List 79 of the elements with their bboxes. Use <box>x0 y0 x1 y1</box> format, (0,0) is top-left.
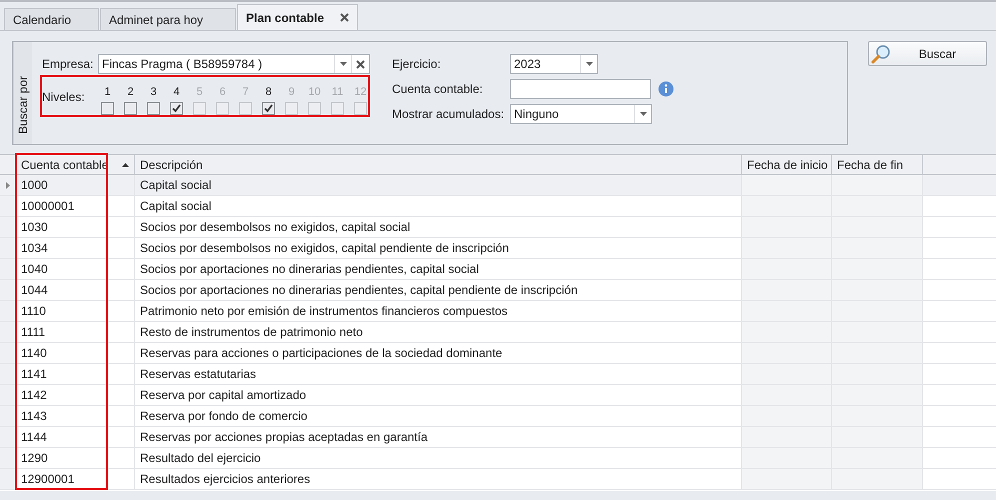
field-label: Mostrar acumulados: <box>392 107 506 121</box>
row-indicator-icon <box>6 182 10 188</box>
close-icon[interactable] <box>340 13 350 22</box>
level-number: 5 <box>196 86 203 98</box>
accumulated-dropdown[interactable]: Ninguno <box>510 104 652 124</box>
column-header[interactable]: Fecha de inicio <box>742 155 832 174</box>
caret-icon <box>586 62 592 66</box>
level-number: 8 <box>265 86 272 98</box>
account-input[interactable] <box>510 79 651 99</box>
row-header-cell[interactable] <box>0 196 16 216</box>
column-header[interactable]: Fecha de fin <box>832 155 923 174</box>
level-number: 7 <box>242 86 249 98</box>
table-cell: 12900001 <box>16 469 135 489</box>
table-cell: 1141 <box>16 364 135 384</box>
table-cell: 1140 <box>16 343 135 363</box>
level-number: 4 <box>173 86 180 98</box>
table-cell: 1144 <box>16 427 135 447</box>
tab[interactable]: Plan contable <box>237 4 358 30</box>
table-cell: 1000 <box>16 175 135 195</box>
level-number: 12 <box>354 86 367 98</box>
row-header-cell[interactable] <box>0 343 16 363</box>
close-icon <box>356 60 365 68</box>
table-cell: 1111 <box>16 322 135 342</box>
field-label: Empresa: <box>42 57 94 71</box>
level-checkbox[interactable] <box>331 102 344 115</box>
search-icon <box>871 44 891 64</box>
level-checkbox[interactable] <box>147 102 160 115</box>
field-label: Cuenta contable: <box>392 82 484 96</box>
level-checkbox[interactable] <box>101 102 114 115</box>
field-label: Ejercicio: <box>392 57 442 71</box>
caret-icon <box>640 112 646 116</box>
table-cell: 1030 <box>16 217 135 237</box>
table-cell: 1044 <box>16 280 135 300</box>
tab[interactable]: Adminet para hoy <box>100 8 236 30</box>
info-icon <box>658 81 674 97</box>
level-number: 3 <box>150 86 157 98</box>
row-header-cell[interactable] <box>0 469 16 489</box>
column-header[interactable]: Descripción <box>135 155 742 174</box>
field-label: Niveles: <box>42 90 86 104</box>
row-header-cell[interactable] <box>0 364 16 384</box>
level-checkbox[interactable] <box>285 102 298 115</box>
row-header-cell[interactable] <box>0 385 16 405</box>
level-number: 2 <box>127 86 134 98</box>
row-header-cell[interactable] <box>0 448 16 468</box>
level-checkbox[interactable] <box>262 102 275 115</box>
row-header-cell[interactable] <box>0 217 16 237</box>
level-number: 10 <box>308 86 321 98</box>
table-cell: 1110 <box>16 301 135 321</box>
level-checkbox[interactable] <box>239 102 252 115</box>
table-cell: 10000001 <box>16 196 135 216</box>
level-checkbox[interactable] <box>216 102 229 115</box>
table-cell: 1034 <box>16 238 135 258</box>
tab[interactable]: Calendario <box>4 8 99 30</box>
row-header-cell[interactable] <box>0 427 16 447</box>
search-button[interactable]: Buscar <box>868 41 987 66</box>
table-cell: 1142 <box>16 385 135 405</box>
level-checkbox[interactable] <box>124 102 137 115</box>
caret-icon <box>340 62 346 66</box>
year-dropdown[interactable]: 2023 <box>510 54 598 74</box>
row-header-cell[interactable] <box>0 301 16 321</box>
level-number: 1 <box>104 86 111 98</box>
row-header-cell[interactable] <box>0 322 16 342</box>
row-header-cell[interactable] <box>0 259 16 279</box>
row-header-cell[interactable] <box>0 280 16 300</box>
group-label: Buscar por <box>13 42 32 144</box>
table-cell: 1290 <box>16 448 135 468</box>
row-header-cell[interactable] <box>0 406 16 426</box>
company-dropdown[interactable]: Fincas Pragma ( B58959784 ) <box>98 54 370 74</box>
column-header[interactable]: Cuenta contable <box>16 155 135 174</box>
level-checkbox[interactable] <box>170 102 183 115</box>
level-checkbox[interactable] <box>354 102 367 115</box>
level-number: 6 <box>219 86 226 98</box>
table-cell: 1143 <box>16 406 135 426</box>
row-header-cell[interactable] <box>0 238 16 258</box>
level-checkbox[interactable] <box>308 102 321 115</box>
table-cell: 1040 <box>16 259 135 279</box>
level-number: 9 <box>288 86 295 98</box>
level-number: 11 <box>332 86 344 98</box>
level-checkbox[interactable] <box>193 102 206 115</box>
